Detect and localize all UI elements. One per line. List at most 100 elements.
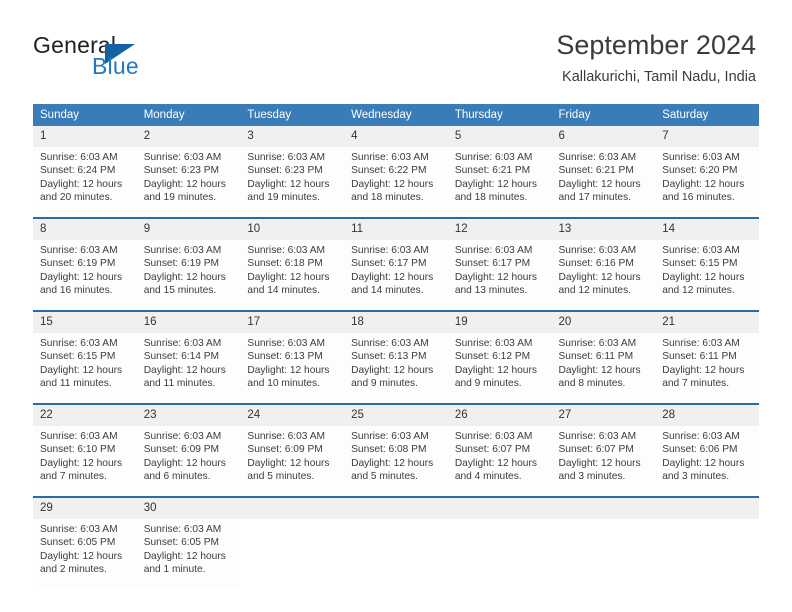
day-number-cell[interactable]: 14	[655, 219, 759, 240]
day-sunset-text: Sunset: 6:12 PM	[454, 351, 531, 363]
day-number-row: 1234567	[33, 126, 759, 147]
day-detail-cell: Sunrise: 6:03 AM Sunset: 6:09 PM Daylight:…	[240, 426, 345, 497]
day-daylight-text: Daylight: 12 hours	[247, 178, 330, 190]
day-detail-cell: Sunrise: 6:03 AM Sunset: 6:15 PM Daylight:…	[33, 333, 137, 404]
day-number-cell[interactable]: 15	[33, 312, 137, 333]
day-number-cell[interactable]: 28	[655, 405, 759, 426]
day-number-cell[interactable]: 2	[136, 126, 241, 147]
day-sunrise-text: Sunrise: 6:03 AM	[40, 431, 118, 442]
weekday-header-row: Sunday Monday Tuesday Wednesday Thursday…	[33, 104, 759, 126]
day-number-cell[interactable]: 4	[344, 126, 448, 147]
day-number-cell[interactable]: 17	[240, 312, 345, 333]
day-sunrise-text: Sunrise: 6:03 AM	[351, 338, 429, 349]
day-daylight-text: and 16 minutes.	[40, 285, 113, 297]
calendar-table: Sunday Monday Tuesday Wednesday Thursday…	[33, 104, 759, 589]
day-number-cell[interactable]: 9	[136, 219, 241, 240]
day-info-row: Sunrise: 6:03 AM Sunset: 6:15 PM Daylight:…	[33, 333, 759, 404]
day-detail-cell-empty	[344, 519, 448, 589]
day-number-cell[interactable]: 12	[447, 219, 552, 240]
day-number-cell[interactable]: 7	[655, 126, 759, 147]
day-number-cell[interactable]: 5	[447, 126, 552, 147]
day-sunrise-text: Sunrise: 6:03 AM	[351, 431, 429, 442]
day-number-cell-empty	[551, 498, 656, 519]
day-detail-cell: Sunrise: 6:03 AM Sunset: 6:21 PM Daylight:…	[447, 147, 552, 218]
logo-text-blue: Blue	[92, 53, 139, 79]
day-daylight-text: and 6 minutes.	[143, 471, 211, 483]
day-daylight-text: and 3 minutes.	[662, 471, 730, 483]
day-daylight-text: Daylight: 12 hours	[454, 457, 537, 469]
day-daylight-text: and 20 minutes.	[40, 192, 113, 204]
day-daylight-text: Daylight: 12 hours	[662, 178, 745, 190]
day-number-cell[interactable]: 25	[344, 405, 448, 426]
weekday-header-tuesday: Tuesday	[240, 104, 345, 126]
day-daylight-text: and 14 minutes.	[351, 285, 424, 297]
day-detail-cell: Sunrise: 6:03 AM Sunset: 6:06 PM Daylight:…	[655, 426, 759, 497]
day-sunset-text: Sunset: 6:07 PM	[454, 444, 531, 456]
day-number-cell[interactable]: 27	[551, 405, 656, 426]
day-daylight-text: and 19 minutes.	[247, 192, 320, 204]
day-daylight-text: Daylight: 12 hours	[558, 364, 641, 376]
day-daylight-text: Daylight: 12 hours	[351, 457, 434, 469]
day-number-cell[interactable]: 26	[447, 405, 552, 426]
day-sunrise-text: Sunrise: 6:03 AM	[558, 338, 637, 349]
day-sunrise-text: Sunrise: 6:03 AM	[247, 431, 325, 442]
day-sunrise-text: Sunrise: 6:03 AM	[40, 245, 118, 256]
day-number-cell[interactable]: 20	[551, 312, 656, 333]
day-sunrise-text: Sunrise: 6:03 AM	[40, 152, 118, 163]
day-detail-cell: Sunrise: 6:03 AM Sunset: 6:20 PM Daylight:…	[655, 147, 759, 218]
day-detail-cell-empty	[655, 519, 759, 589]
day-number-cell[interactable]: 18	[344, 312, 448, 333]
day-detail-cell: Sunrise: 6:03 AM Sunset: 6:19 PM Daylight:…	[33, 240, 137, 311]
day-number-cell[interactable]: 10	[240, 219, 345, 240]
day-detail-cell-empty	[447, 519, 552, 589]
day-daylight-text: and 17 minutes.	[558, 192, 632, 204]
day-number-cell-empty	[344, 498, 448, 519]
day-number-cell[interactable]: 13	[551, 219, 656, 240]
day-number-cell[interactable]: 21	[655, 312, 759, 333]
day-daylight-text: and 11 minutes.	[40, 378, 112, 390]
day-daylight-text: Daylight: 12 hours	[143, 457, 226, 469]
day-detail-cell: Sunrise: 6:03 AM Sunset: 6:24 PM Daylight:…	[33, 147, 137, 218]
day-sunrise-text: Sunrise: 6:03 AM	[558, 431, 637, 442]
day-daylight-text: and 1 minute.	[143, 564, 206, 576]
day-number-cell[interactable]: 24	[240, 405, 345, 426]
day-daylight-text: and 12 minutes.	[662, 285, 735, 297]
day-sunset-text: Sunset: 6:19 PM	[143, 258, 220, 270]
page-title: September 2024	[556, 30, 756, 60]
day-daylight-text: and 9 minutes.	[454, 378, 522, 390]
day-daylight-text: Daylight: 12 hours	[143, 364, 226, 376]
day-detail-cell: Sunrise: 6:03 AM Sunset: 6:09 PM Daylight:…	[136, 426, 241, 497]
day-number-cell[interactable]: 8	[33, 219, 137, 240]
day-sunset-text: Sunset: 6:18 PM	[247, 258, 323, 270]
day-daylight-text: Daylight: 12 hours	[143, 550, 226, 562]
day-detail-cell: Sunrise: 6:03 AM Sunset: 6:11 PM Daylight:…	[655, 333, 759, 404]
day-number-cell[interactable]: 30	[136, 498, 241, 519]
day-number-cell[interactable]: 22	[33, 405, 137, 426]
day-detail-cell: Sunrise: 6:03 AM Sunset: 6:13 PM Daylight:…	[344, 333, 448, 404]
day-sunset-text: Sunset: 6:16 PM	[558, 258, 634, 270]
day-number-cell[interactable]: 16	[136, 312, 241, 333]
day-sunrise-text: Sunrise: 6:03 AM	[558, 152, 637, 163]
day-number-cell[interactable]: 3	[240, 126, 345, 147]
day-sunset-text: Sunset: 6:13 PM	[351, 351, 427, 363]
day-sunrise-text: Sunrise: 6:03 AM	[143, 152, 222, 163]
day-sunset-text: Sunset: 6:05 PM	[143, 537, 220, 549]
day-daylight-text: and 15 minutes.	[143, 285, 217, 297]
day-number-cell[interactable]: 23	[136, 405, 241, 426]
day-daylight-text: Daylight: 12 hours	[454, 178, 537, 190]
day-number-cell[interactable]: 6	[551, 126, 656, 147]
day-daylight-text: Daylight: 12 hours	[662, 364, 745, 376]
day-number-cell[interactable]: 11	[344, 219, 448, 240]
day-number-cell[interactable]: 1	[33, 126, 137, 147]
day-number-row: 22 23 24 25 26 27 28	[33, 405, 759, 426]
day-daylight-text: and 7 minutes.	[40, 471, 107, 483]
general-blue-logo[interactable]: General Blue	[33, 32, 243, 80]
day-number-cell[interactable]: 19	[447, 312, 552, 333]
day-sunrise-text: Sunrise: 6:03 AM	[40, 524, 118, 535]
day-number-cell[interactable]: 29	[33, 498, 137, 519]
title-block: September 2024 Kallakurichi, Tamil Nadu,…	[556, 28, 756, 88]
day-sunrise-text: Sunrise: 6:03 AM	[247, 338, 325, 349]
weekday-header-sunday: Sunday	[33, 104, 137, 126]
day-info-row: Sunrise: 6:03 AM Sunset: 6:19 PM Daylight:…	[33, 240, 759, 311]
day-daylight-text: Daylight: 12 hours	[454, 271, 537, 283]
